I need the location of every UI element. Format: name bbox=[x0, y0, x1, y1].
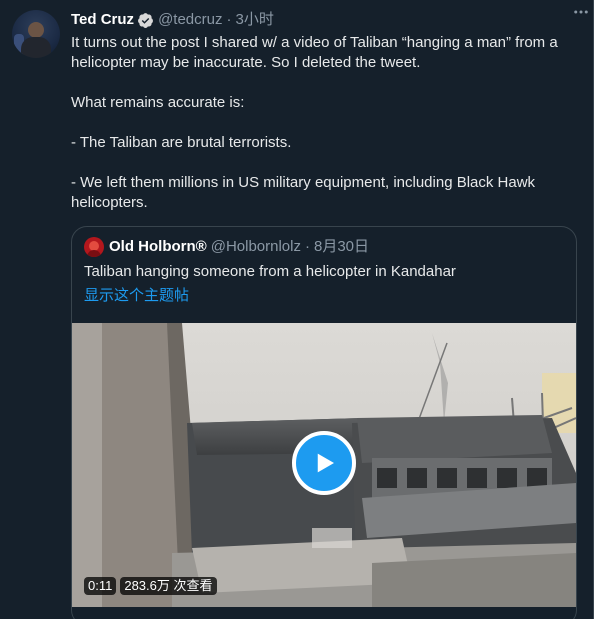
video-badges: 0:11 283.6万 次查看 bbox=[84, 577, 217, 595]
author-avatar[interactable] bbox=[12, 10, 60, 58]
author-handle[interactable]: @tedcruz bbox=[158, 10, 222, 30]
author-name[interactable]: Ted Cruz bbox=[71, 10, 134, 30]
quoted-author-name: Old Holborn® bbox=[109, 238, 207, 255]
video-player[interactable]: 0:11 283.6万 次查看 bbox=[72, 323, 576, 607]
verified-badge-icon bbox=[137, 12, 154, 29]
tweet-header: Ted Cruz @tedcruz · 3小时 bbox=[71, 10, 577, 30]
tweet-timestamp[interactable]: 3小时 bbox=[235, 10, 273, 30]
tweet-text: It turns out the post I shared w/ a vide… bbox=[71, 34, 558, 211]
video-view-count: 283.6万 次查看 bbox=[120, 577, 217, 595]
quoted-avatar[interactable] bbox=[84, 237, 104, 257]
show-thread-link[interactable]: 显示这个主题帖 bbox=[84, 286, 189, 306]
quoted-text: Taliban hanging someone from a helicopte… bbox=[84, 263, 456, 280]
quoted-tweet[interactable]: Old Holborn® @Holbornlolz · 8月30日 Taliba… bbox=[71, 226, 577, 619]
quoted-author-handle: @Holbornlolz bbox=[210, 238, 301, 255]
avatar-head bbox=[28, 22, 44, 38]
more-options-icon[interactable] bbox=[572, 3, 590, 21]
tweet[interactable]: Ted Cruz @tedcruz · 3小时 It turns out the… bbox=[0, 0, 594, 619]
play-icon bbox=[317, 453, 334, 473]
quoted-header: Old Holborn® @Holbornlolz · 8月30日 bbox=[84, 237, 369, 257]
header-separator: · bbox=[226, 11, 232, 28]
quoted-header-separator: · bbox=[304, 238, 310, 255]
avatar-body bbox=[21, 37, 51, 58]
tweet-content: Ted Cruz @tedcruz · 3小时 It turns out the… bbox=[71, 10, 577, 213]
quoted-timestamp: 8月30日 bbox=[313, 238, 370, 255]
play-button[interactable] bbox=[292, 431, 356, 495]
video-duration: 0:11 bbox=[84, 577, 117, 595]
